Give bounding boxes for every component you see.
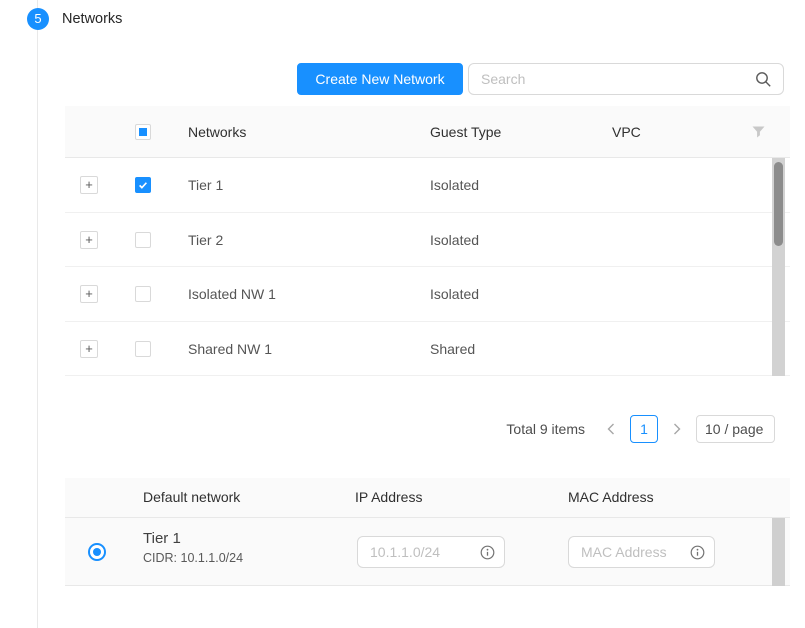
check-icon xyxy=(137,179,149,191)
network-cidr: CIDR: 10.1.1.0/24 xyxy=(143,551,243,565)
step-title: Networks xyxy=(62,8,122,30)
page-number-button[interactable]: 1 xyxy=(630,415,658,443)
chevron-left-icon xyxy=(607,423,615,435)
table-row[interactable]: + Isolated NW 1 Isolated xyxy=(65,267,790,322)
create-new-network-button[interactable]: Create New Network xyxy=(297,63,463,95)
table-scrollbar-thumb[interactable] xyxy=(774,162,783,246)
expand-row-button[interactable]: + xyxy=(80,231,98,249)
mac-address-field[interactable] xyxy=(568,536,715,568)
indeterminate-mark xyxy=(139,128,147,136)
pagination-total: Total 9 items xyxy=(506,421,585,437)
pagination: Total 9 items 1 10 / page xyxy=(506,415,775,443)
expand-row-button[interactable]: + xyxy=(80,340,98,358)
table-row[interactable]: + Shared NW 1 Shared xyxy=(65,322,790,377)
table-row[interactable]: + Tier 1 Isolated xyxy=(65,158,790,213)
column-header-vpc: VPC xyxy=(612,106,641,158)
guest-type: Shared xyxy=(430,322,475,376)
guest-type: Isolated xyxy=(430,267,479,321)
row-checkbox[interactable] xyxy=(135,341,151,357)
guest-type: Isolated xyxy=(430,158,479,212)
default-network-row[interactable]: Tier 1 CIDR: 10.1.1.0/24 xyxy=(65,518,790,586)
networks-table: Networks Guest Type VPC + Tier 1 Isolate… xyxy=(65,106,790,376)
radio-dot xyxy=(93,548,101,556)
expand-row-button[interactable]: + xyxy=(80,176,98,194)
row-checkbox[interactable] xyxy=(135,286,151,302)
row-checkbox[interactable] xyxy=(135,177,151,193)
network-name: Isolated NW 1 xyxy=(188,267,276,321)
default-network-table: Default network IP Address MAC Address T… xyxy=(65,478,790,586)
prev-page-button[interactable] xyxy=(600,415,622,443)
default-network-radio[interactable] xyxy=(88,543,106,561)
expand-row-button[interactable]: + xyxy=(80,285,98,303)
search-input[interactable] xyxy=(470,65,752,93)
info-icon[interactable] xyxy=(480,545,495,560)
filter-icon[interactable] xyxy=(752,126,765,138)
page-size-select[interactable]: 10 / page xyxy=(696,415,775,443)
network-name: Tier 1 xyxy=(188,158,223,212)
default-network-table-header: Default network IP Address MAC Address xyxy=(65,478,790,518)
column-header-ip-address: IP Address xyxy=(355,478,422,518)
next-page-button[interactable] xyxy=(666,415,688,443)
page-size-value: 10 / page xyxy=(705,421,763,437)
chevron-right-icon xyxy=(673,423,681,435)
table-scrollbar-track[interactable] xyxy=(772,158,785,376)
network-wizard-step: 5 Networks Create New Network Networks G… xyxy=(0,0,805,628)
info-icon[interactable] xyxy=(690,545,705,560)
column-header-guest-type: Guest Type xyxy=(430,106,501,158)
guest-type: Isolated xyxy=(430,213,479,267)
row-checkbox[interactable] xyxy=(135,232,151,248)
network-name: Shared NW 1 xyxy=(188,322,272,376)
networks-table-header: Networks Guest Type VPC xyxy=(65,106,790,158)
column-header-networks: Networks xyxy=(188,106,246,158)
table-row[interactable]: + Tier 2 Isolated xyxy=(65,213,790,268)
select-all-checkbox[interactable] xyxy=(135,124,151,140)
search-box[interactable] xyxy=(468,63,784,95)
network-name: Tier 1 xyxy=(143,530,243,547)
column-header-default-network: Default network xyxy=(143,478,240,518)
mac-address-input[interactable] xyxy=(570,538,683,566)
step-number-badge: 5 xyxy=(27,8,49,30)
ip-address-field[interactable] xyxy=(357,536,505,568)
table-scrollbar-track[interactable] xyxy=(772,518,785,586)
network-name-cell: Tier 1 CIDR: 10.1.1.0/24 xyxy=(143,530,243,565)
network-name: Tier 2 xyxy=(188,213,223,267)
step-connector-line xyxy=(37,0,38,628)
column-header-mac-address: MAC Address xyxy=(568,478,654,518)
search-icon[interactable] xyxy=(755,71,772,88)
ip-address-input[interactable] xyxy=(359,538,473,566)
